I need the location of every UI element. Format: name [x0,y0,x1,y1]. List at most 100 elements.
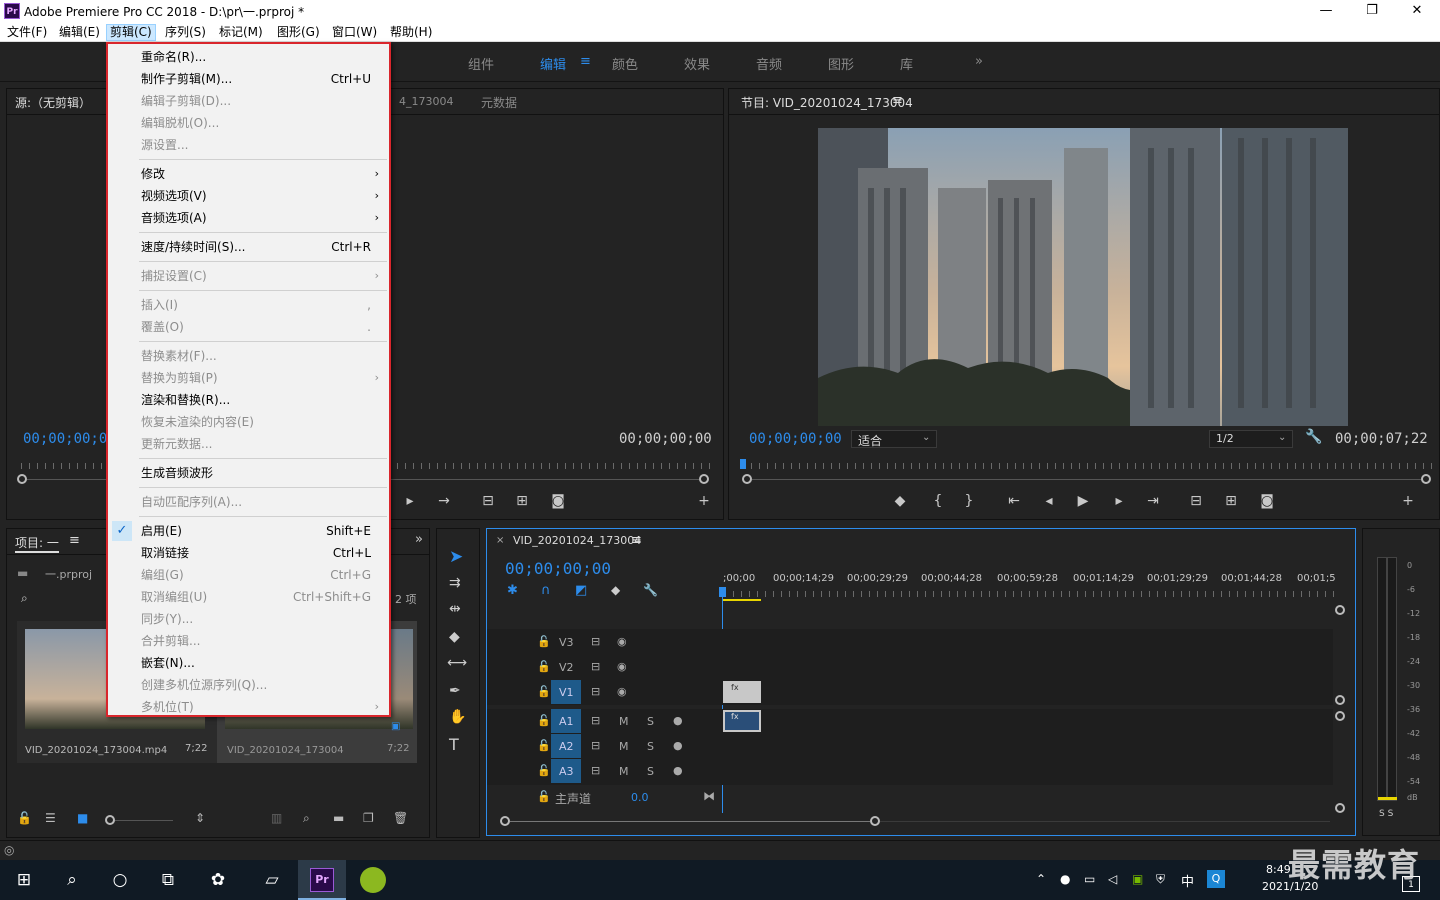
eye-icon[interactable]: ◉ [617,660,627,673]
sync-lock-icon[interactable]: ⊟ [591,764,600,777]
timeline-close-icon[interactable]: × [496,535,504,546]
minimize-button[interactable]: — [1303,0,1349,22]
extract-icon[interactable]: ⊞ [1220,493,1242,509]
sort-icon[interactable]: ⇕ [195,811,205,825]
program-zoom-bar[interactable] [752,479,1421,480]
menu-edit[interactable]: 编辑(E) [56,24,103,41]
program-playhead[interactable] [740,459,746,469]
metadata-tab[interactable]: 元数据 [481,94,517,111]
timeline-marker-icon[interactable]: ◆ [611,583,620,597]
mark-out-icon[interactable]: } [958,493,980,509]
mark-in-icon[interactable]: { [927,493,949,509]
workspace-menu-icon[interactable]: ≡ [580,54,591,69]
lock-icon[interactable]: 🔓 [537,635,551,648]
program-zoom-handle-left[interactable] [742,474,752,484]
sync-lock-icon[interactable]: ⊟ [591,714,600,727]
vertical-scroll-handle[interactable] [1335,711,1345,721]
audio-clip[interactable]: fx [723,710,761,732]
track-label-a1[interactable]: A1 [559,715,574,728]
new-bin-icon[interactable]: ▬ [333,811,344,825]
vertical-scroll-handle[interactable] [1335,605,1345,615]
workspace-tab-audio[interactable]: 音频 [756,54,782,73]
mic-icon[interactable]: ● [673,739,683,752]
clip-menu-item[interactable]: 替换素材(F)... [110,345,387,367]
source-zoom-handle-right[interactable] [699,474,709,484]
program-timecode-playhead[interactable]: 00;00;00;00 [749,431,842,447]
tray-ime-indicator[interactable]: 中 [1181,871,1194,890]
trash-icon[interactable]: 🗑 [393,811,408,825]
clip-menu-item[interactable]: 制作子剪辑(M)... Ctrl+U [110,68,387,90]
app-notes-icon[interactable]: ▱ [258,866,286,894]
tray-time[interactable]: 8:49 [1266,863,1291,876]
timeline-settings-icon[interactable]: 🔧 [643,583,658,597]
sync-lock-icon[interactable]: ⊟ [591,660,600,673]
menu-clip[interactable]: 剪辑(C) [106,24,156,41]
search-icon[interactable]: ⌕ [21,591,28,606]
clip-menu-item[interactable]: 修改 › [110,163,387,185]
project-panel-title[interactable]: 项目: 一 [15,534,59,553]
menu-help[interactable]: 帮助(H) [387,24,435,41]
lock-icon[interactable]: 🔓 [537,714,551,727]
timeline-menu-icon[interactable]: ≡ [631,533,642,548]
timeline-playhead-handle[interactable] [719,587,726,597]
clip-menu-item[interactable]: 更新元数据... [110,433,387,455]
timeline-sequence-tab[interactable]: VID_20201024_173004 [513,534,641,547]
tray-qq-icon[interactable]: Q [1207,870,1225,888]
maximize-button[interactable]: ❐ [1349,0,1395,22]
clip-menu-item[interactable]: 速度/持续时间(S)... Ctrl+R [110,236,387,258]
sync-lock-icon[interactable]: ⊟ [591,685,600,698]
program-panel-title[interactable]: 节目: VID_20201024_173004 [741,94,913,111]
program-add-button-icon[interactable]: + [1397,493,1419,509]
menu-marker[interactable]: 标记(M) [216,24,266,41]
zoom-slider[interactable] [115,820,173,821]
workspace-tab-effects[interactable]: 效果 [684,54,710,73]
vertical-scroll-handle[interactable] [1335,803,1345,813]
workspace-tab-color[interactable]: 颜色 [612,54,638,73]
clip-menu-item[interactable]: ✓ 启用(E) Shift+E [110,520,387,542]
go-to-out-icon[interactable]: ⇥ [1142,493,1164,509]
source-timecode-playhead[interactable]: 00;00;00;00 [23,431,116,447]
lift-icon[interactable]: ⊟ [1185,493,1207,509]
go-to-in-icon[interactable]: ⇤ [1003,493,1025,509]
video-clip[interactable]: fx [723,681,761,703]
export-frame-icon[interactable]: ◙ [1256,493,1278,509]
track-label-v3[interactable]: V3 [559,636,574,649]
lock-icon[interactable]: 🔓 [537,764,551,777]
master-volume-value[interactable]: 0.0 [631,791,649,804]
clip-menu-item[interactable]: 插入(I), [110,294,387,316]
source-add-button-icon[interactable]: + [693,493,715,509]
source-step-forward-icon[interactable]: → [433,493,455,509]
clip-menu-item[interactable]: 生成音频波形 [110,462,387,484]
menu-sequence[interactable]: 序列(S) [162,24,209,41]
clip-menu-item[interactable]: 音频选项(A) › [110,207,387,229]
source-insert-icon[interactable]: ⊟ [477,493,499,509]
new-item-icon[interactable]: ❐ [363,811,374,825]
linked-selection-icon[interactable]: ◩ [575,583,587,598]
clip-menu-item[interactable]: 视频选项(V) › [110,185,387,207]
mic-icon[interactable]: ● [673,764,683,777]
cortana-icon[interactable]: ○ [106,866,134,894]
lock-icon[interactable]: 🔓 [17,811,32,825]
windows-start-icon[interactable]: ⊞ [10,866,38,894]
eye-icon[interactable]: ◉ [617,635,627,648]
hand-tool-icon[interactable]: ✋ [449,709,466,725]
app-green-icon[interactable] [360,867,386,893]
app-pinwheel-icon[interactable]: ✿ [204,866,232,894]
lock-icon[interactable]: 🔓 [537,739,551,752]
track-label-v1[interactable]: V1 [559,686,574,699]
ripple-edit-tool-icon[interactable]: ⇹ [449,601,461,617]
selection-tool-icon[interactable]: ➤ [449,547,463,567]
mic-icon[interactable]: ● [673,714,683,727]
lock-icon[interactable]: 🔓 [537,660,551,673]
sync-lock-icon[interactable]: ⊟ [591,635,600,648]
nest-icon[interactable]: ✱ [507,583,518,598]
clip-menu-item[interactable]: 替换为剪辑(P) › [110,367,387,389]
clip-menu-item[interactable]: 同步(Y)... [110,608,387,630]
source-camera-icon[interactable]: ◙ [547,493,569,509]
program-panel-menu-icon[interactable]: ≡ [892,93,903,108]
type-tool-icon[interactable]: T [449,735,459,754]
resolution-dropdown[interactable]: 1/2 ⌄ [1209,430,1293,448]
step-back-icon[interactable]: ◂ [1038,493,1060,509]
snap-magnet-icon[interactable]: ∩ [541,583,551,598]
premiere-taskbar-icon[interactable]: Pr [310,868,334,892]
